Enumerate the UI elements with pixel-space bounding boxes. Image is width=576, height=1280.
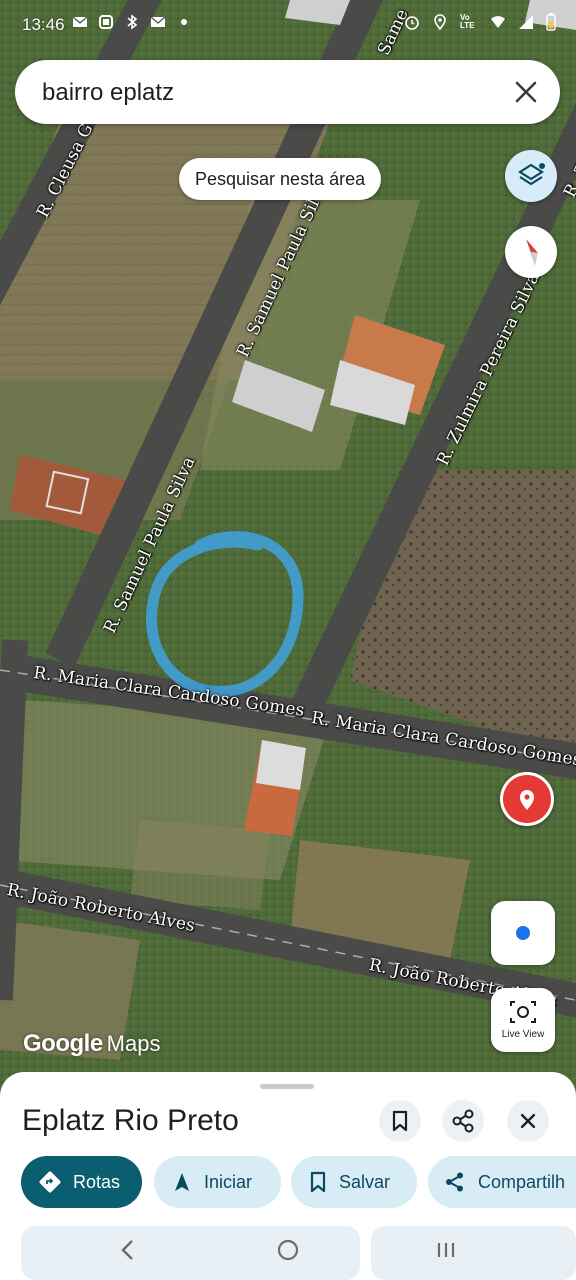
google-maps-logo: Google Maps [23, 1030, 161, 1057]
back-icon[interactable] [118, 1238, 138, 1262]
share-icon [446, 1172, 463, 1192]
save-button[interactable]: Salvar [291, 1156, 417, 1208]
compass-icon [526, 239, 538, 266]
directions-icon [39, 1171, 61, 1193]
bluetooth-icon [127, 14, 138, 30]
drag-handle[interactable] [260, 1084, 314, 1089]
my-location-button[interactable] [491, 901, 555, 965]
live-view-label: Live View [501, 1029, 545, 1040]
directions-label: Rotas [73, 1171, 121, 1192]
share-button[interactable]: Compartilh [428, 1156, 576, 1208]
email-icon [72, 16, 88, 27]
start-navigation-button[interactable]: Iniciar [154, 1156, 281, 1208]
close-icon [520, 1113, 536, 1129]
home-icon[interactable] [276, 1238, 300, 1262]
search-query-text[interactable]: bairro eplatz [42, 79, 174, 107]
start-label: Iniciar [204, 1171, 253, 1192]
camera-scan-icon [510, 1001, 536, 1023]
share-label: Compartilh [478, 1171, 566, 1192]
close-sheet-button[interactable] [507, 1100, 549, 1142]
share-icon [452, 1109, 474, 1133]
location-pin-icon [503, 775, 551, 823]
email-icon [150, 16, 166, 27]
search-bar[interactable]: bairro eplatz [15, 60, 560, 124]
nav-background [371, 1226, 576, 1280]
save-place-button[interactable] [379, 1100, 421, 1142]
dot-icon [181, 19, 187, 25]
layers-button[interactable] [505, 150, 557, 202]
wifi-icon [491, 16, 505, 28]
alarm-icon [405, 16, 419, 30]
system-navigation-bar [0, 1224, 576, 1280]
share-place-button[interactable] [442, 1100, 484, 1142]
directions-button[interactable]: Rotas [21, 1156, 142, 1208]
volte-icon: Vo LTE [460, 13, 475, 30]
nav-background [21, 1226, 360, 1280]
compass-button[interactable] [505, 226, 557, 278]
place-bottom-sheet[interactable]: Eplatz Rio Preto Rotas Iniciar Salvar Co… [0, 1072, 576, 1280]
layers-icon [517, 162, 545, 186]
signal-icon [519, 15, 533, 29]
bookmark-icon [310, 1171, 326, 1193]
place-title: Eplatz Rio Preto [22, 1104, 239, 1137]
search-this-area-button[interactable]: Pesquisar nesta área [179, 158, 382, 200]
status-bar: 13:46 Vo LTE [0, 0, 576, 50]
save-label: Salvar [339, 1171, 391, 1192]
bookmark-icon [392, 1110, 408, 1132]
status-time: 13:46 [22, 15, 65, 34]
live-view-button[interactable]: Live View [491, 988, 555, 1052]
navigation-arrow-icon [175, 1173, 189, 1191]
cast-icon [99, 15, 113, 29]
place-pin-button[interactable] [500, 772, 554, 826]
recents-icon[interactable] [434, 1238, 458, 1262]
battery-icon [546, 13, 556, 31]
close-icon[interactable] [510, 76, 542, 108]
location-icon [434, 14, 446, 30]
my-location-icon [514, 924, 532, 942]
